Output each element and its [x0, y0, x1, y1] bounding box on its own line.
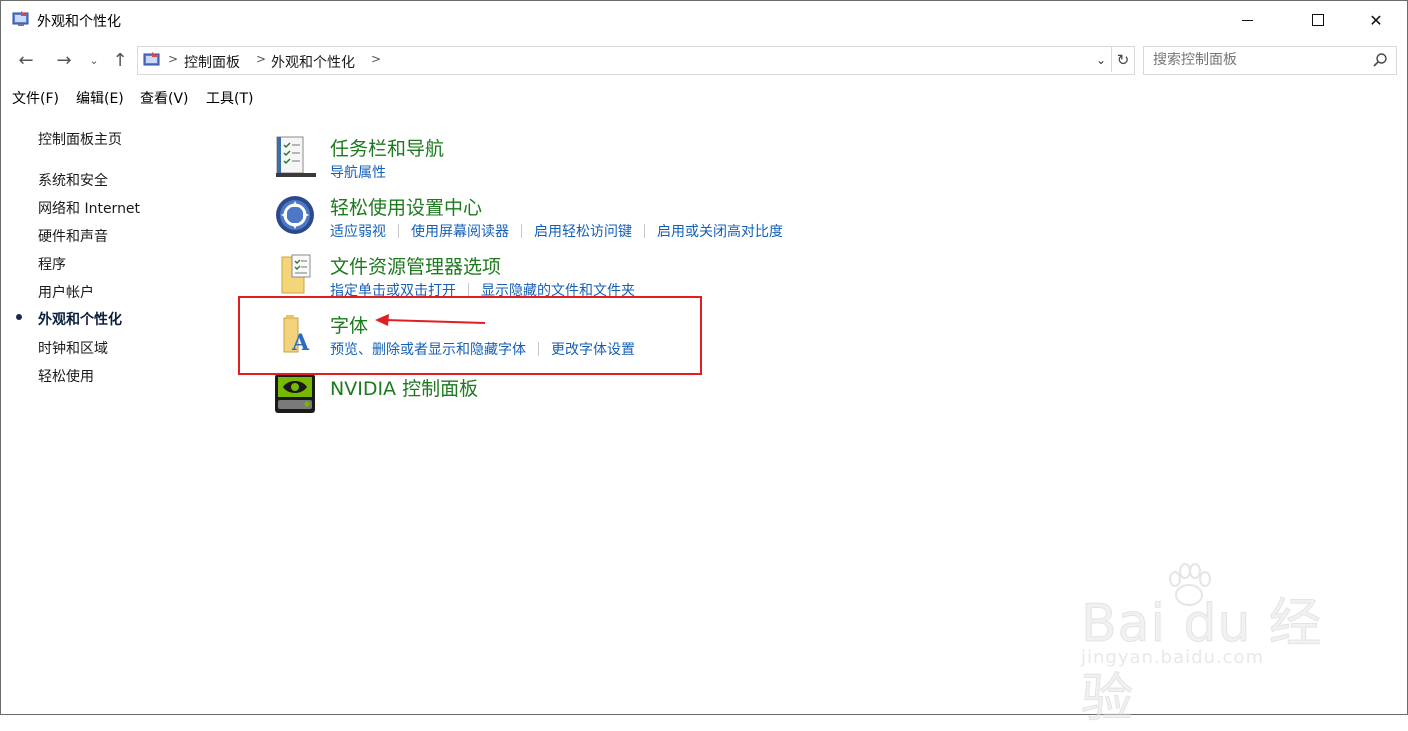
menu-file[interactable]: 文件(F) [12, 88, 59, 108]
annotation-arrow-icon [375, 314, 486, 326]
maximize-button[interactable] [1295, 1, 1341, 39]
sidebar-item-hardware-sound[interactable]: 硬件和声音 [38, 226, 108, 246]
refresh-button[interactable]: ↻ [1111, 47, 1134, 72]
link-screen-reader[interactable]: 使用屏幕阅读器 [411, 221, 509, 241]
link-navigation-properties[interactable]: 导航属性 [330, 162, 386, 182]
link-separator [521, 224, 522, 238]
link-separator [644, 224, 645, 238]
category-title-file-explorer[interactable]: 文件资源管理器选项 [330, 252, 501, 279]
category-links-taskbar: 导航属性 [330, 162, 386, 182]
menu-edit[interactable]: 编辑(E) [76, 88, 124, 108]
category-title-ease-of-access[interactable]: 轻松使用设置中心 [330, 193, 482, 220]
active-bullet-icon [16, 314, 22, 320]
close-button[interactable]: ✕ [1353, 1, 1399, 39]
file-explorer-options-icon[interactable] [274, 253, 316, 295]
minimize-icon [1241, 19, 1253, 21]
sidebar-item-appearance[interactable]: 外观和个性化 [38, 309, 122, 329]
recent-locations-button[interactable]: ⌄ [85, 49, 103, 71]
baidu-watermark: Bai du 经验 jingyan.baidu.com [1081, 561, 1341, 730]
refresh-icon: ↻ [1116, 50, 1130, 69]
close-icon: ✕ [1369, 10, 1383, 30]
sidebar-item-network[interactable]: 网络和 Internet [38, 198, 140, 218]
sidebar-item-ease-of-access[interactable]: 轻松使用 [38, 366, 94, 386]
ease-of-access-icon[interactable] [274, 194, 316, 236]
chevron-down-icon: ⌄ [1095, 52, 1107, 67]
taskbar-checklist-icon[interactable] [274, 135, 316, 177]
forward-button[interactable]: → [51, 49, 77, 71]
search-box[interactable] [1143, 46, 1397, 75]
breadcrumb-separator-icon[interactable]: > [371, 52, 381, 66]
forward-arrow-icon: → [56, 49, 72, 71]
category-links-ease-of-access: 适应弱视 使用屏幕阅读器 启用轻松访问键 启用或关闭高对比度 [330, 221, 783, 241]
link-separator [468, 283, 469, 297]
category-title-taskbar[interactable]: 任务栏和导航 [330, 134, 444, 161]
control-panel-window: 外观和个性化 ✕ ← → ⌄ ↑ > 控制面板 > 外观和个性化 > ⌄ ↻ 文… [0, 0, 1408, 730]
back-button[interactable]: ← [13, 49, 39, 71]
nvidia-icon[interactable] [274, 373, 316, 415]
breadcrumb-separator-icon[interactable]: > [256, 52, 266, 66]
up-button[interactable]: ↑ [108, 49, 132, 71]
sidebar-item-user-accounts[interactable]: 用户帐户 [38, 282, 94, 302]
sidebar-home-link[interactable]: 控制面板主页 [38, 129, 122, 149]
minimize-button[interactable] [1224, 1, 1270, 39]
title-bar: 外观和个性化 ✕ [1, 1, 1407, 39]
maximize-icon [1312, 14, 1324, 26]
back-arrow-icon: ← [18, 49, 34, 71]
control-panel-app-icon [12, 11, 29, 26]
menu-view[interactable]: 查看(V) [140, 88, 189, 108]
window-title: 外观和个性化 [37, 14, 121, 30]
breadcrumb-separator-icon[interactable]: > [168, 52, 178, 66]
link-separator [398, 224, 399, 238]
address-bar[interactable]: > 控制面板 > 外观和个性化 > [137, 46, 1135, 75]
link-high-contrast[interactable]: 启用或关闭高对比度 [657, 221, 783, 241]
breadcrumb-appearance[interactable]: 外观和个性化 [271, 52, 355, 72]
sidebar-item-programs[interactable]: 程序 [38, 254, 66, 274]
search-icon[interactable] [1372, 52, 1388, 68]
menu-tools[interactable]: 工具(T) [206, 88, 253, 108]
chevron-down-icon: ⌄ [89, 53, 99, 67]
link-low-vision[interactable]: 适应弱视 [330, 221, 386, 241]
control-panel-icon [143, 52, 160, 66]
link-access-keys[interactable]: 启用轻松访问键 [534, 221, 632, 241]
address-dropdown-button[interactable]: ⌄ [1091, 47, 1111, 72]
search-input[interactable] [1153, 52, 1353, 68]
sidebar-item-system-security[interactable]: 系统和安全 [38, 170, 108, 190]
breadcrumb-control-panel[interactable]: 控制面板 [184, 52, 240, 72]
up-arrow-icon: ↑ [112, 49, 128, 71]
sidebar-item-clock-region[interactable]: 时钟和区域 [38, 338, 108, 358]
watermark-url: jingyan.baidu.com [1081, 647, 1265, 668]
annotation-highlight-box [238, 296, 702, 375]
category-title-nvidia[interactable]: NVIDIA 控制面板 [330, 374, 478, 401]
